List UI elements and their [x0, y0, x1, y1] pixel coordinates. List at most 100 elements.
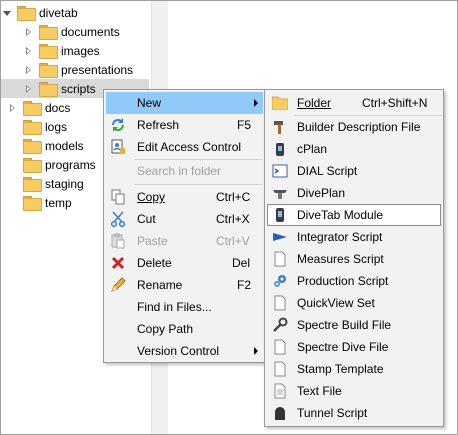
menu-item-label: Text File	[297, 384, 342, 398]
folder-icon	[272, 95, 288, 111]
dial-script-icon	[272, 163, 288, 179]
stamp-icon	[272, 361, 288, 377]
menu-item-label: Production Script	[297, 274, 389, 288]
rename-icon	[110, 277, 126, 293]
access-control-icon	[110, 139, 126, 155]
menu-item-label: New	[137, 96, 162, 110]
submenu-item-builder-description-file[interactable]: Builder Description File	[267, 116, 441, 138]
menu-item-label: Rename	[137, 278, 183, 292]
menu-item-refresh[interactable]: Refresh F5	[106, 114, 263, 136]
tree-item-label: logs	[45, 119, 68, 134]
menu-item-label: QuickView Set	[297, 296, 375, 310]
collapsed-arrow-icon[interactable]	[25, 27, 33, 36]
submenu-item-cplan[interactable]: cPlan	[267, 138, 441, 160]
submenu-item-production-script[interactable]: Production Script	[267, 270, 441, 292]
menu-item-label: Refresh	[137, 118, 180, 132]
submenu-item-divetab-module[interactable]: DiveTab Module	[267, 204, 441, 226]
menu-item-label: DiveTab Module	[297, 208, 384, 222]
menu-item-label: Cut	[137, 212, 156, 226]
submenu-item-dial-script[interactable]: DIAL Script	[267, 160, 441, 182]
quickview-icon	[272, 295, 288, 311]
folder-icon	[39, 25, 58, 40]
new-submenu: Folder Ctrl+Shift+N Builder Description …	[264, 89, 444, 427]
cut-icon	[110, 211, 126, 227]
menu-item-label: Paste	[137, 234, 168, 248]
submenu-item-spectre-dive-file[interactable]: Spectre Dive File	[267, 336, 441, 358]
tree-item-label: programs	[45, 157, 96, 172]
text-file-icon	[272, 383, 288, 399]
menu-item-paste[interactable]: Paste Ctrl+V	[106, 230, 263, 252]
cplan-icon	[272, 141, 288, 157]
menu-item-label: DivePlan	[297, 186, 346, 200]
tree-item-presentations[interactable]: presentations	[25, 60, 149, 79]
context-menu: New Refresh F5 Edit Access Control Searc…	[103, 89, 266, 363]
paste-icon	[110, 233, 126, 249]
menu-item-label: Copy	[137, 190, 166, 204]
collapsed-arrow-icon[interactable]	[25, 84, 33, 93]
menu-item-delete[interactable]: Delete Del	[106, 252, 263, 274]
folder-icon	[23, 101, 42, 116]
submenu-item-text-file[interactable]: Text File	[267, 380, 441, 402]
menu-item-label: Spectre Build File	[297, 318, 392, 332]
collapsed-arrow-icon[interactable]	[9, 103, 17, 112]
tree-item-label: staging	[45, 176, 84, 191]
submenu-arrow-icon	[254, 347, 258, 355]
expanded-arrow-icon[interactable]	[3, 9, 11, 17]
folder-icon	[23, 139, 42, 154]
menu-item-label: Measures Script	[297, 252, 384, 266]
tree-item-label: divetab	[39, 5, 78, 20]
tree-item-label: images	[61, 43, 100, 58]
menu-item-version-control[interactable]: Version Control	[106, 340, 263, 362]
folder-icon	[23, 120, 42, 135]
refresh-icon	[110, 117, 126, 133]
folder-icon	[23, 158, 42, 173]
tree-item-label: models	[45, 138, 84, 153]
menu-item-shortcut: Ctrl+Shift+N	[362, 96, 428, 110]
submenu-item-spectre-build-file[interactable]: Spectre Build File	[267, 314, 441, 336]
menu-item-edit-access-control[interactable]: Edit Access Control	[106, 136, 263, 158]
delete-icon	[110, 255, 126, 271]
submenu-item-quickview-set[interactable]: QuickView Set	[267, 292, 441, 314]
folder-icon	[39, 44, 58, 59]
menu-item-find-in-files[interactable]: Find in Files...	[106, 296, 263, 318]
tree-item-documents[interactable]: documents	[25, 22, 149, 41]
wrench-icon	[272, 317, 288, 333]
tree-item-label: presentations	[61, 62, 134, 77]
menu-item-cut[interactable]: Cut Ctrl+X	[106, 208, 263, 230]
hammer-icon	[272, 119, 288, 135]
menu-item-shortcut: Ctrl+X	[216, 212, 250, 226]
menu-item-label: Edit Access Control	[137, 140, 242, 154]
spectre-dive-icon	[272, 339, 288, 355]
menu-item-new[interactable]: New	[106, 92, 263, 114]
menu-item-search-in-folder[interactable]: Search in folder	[106, 160, 263, 182]
tree-item-label: documents	[61, 24, 120, 39]
folder-icon	[23, 177, 42, 192]
menu-item-label: Delete	[137, 256, 172, 270]
menu-item-label: Integrator Script	[297, 230, 383, 244]
submenu-item-diveplan[interactable]: DivePlan	[267, 182, 441, 204]
folder-icon	[23, 196, 42, 211]
menu-item-shortcut: F5	[237, 118, 252, 132]
tree-item-images[interactable]: images	[25, 41, 149, 60]
menu-item-label: Find in Files...	[137, 300, 212, 314]
menu-item-label: Spectre Dive File	[297, 340, 389, 354]
submenu-item-integrator-script[interactable]: Integrator Script	[267, 226, 441, 248]
menu-item-copy-path[interactable]: Copy Path	[106, 318, 263, 340]
collapsed-arrow-icon[interactable]	[25, 46, 33, 55]
collapsed-arrow-icon[interactable]	[25, 65, 33, 74]
submenu-item-measures-script[interactable]: Measures Script	[267, 248, 441, 270]
tree-item-label: scripts	[61, 81, 96, 96]
menu-item-label: cPlan	[297, 142, 328, 156]
production-icon	[272, 273, 288, 289]
divetab-module-icon	[272, 207, 288, 223]
submenu-item-stamp-template[interactable]: Stamp Template	[267, 358, 441, 380]
menu-item-label: Stamp Template	[297, 362, 384, 376]
submenu-item-tunnel-script[interactable]: Tunnel Script	[267, 402, 441, 424]
menu-item-rename[interactable]: Rename F2	[106, 274, 263, 296]
submenu-item-folder[interactable]: Folder Ctrl+Shift+N	[267, 92, 441, 114]
submenu-arrow-icon	[254, 99, 258, 107]
tree-item-divetab[interactable]: divetab	[3, 3, 149, 22]
menu-item-label: Search in folder	[137, 164, 222, 178]
menu-item-label: Copy Path	[137, 322, 194, 336]
menu-item-copy[interactable]: Copy Ctrl+C	[106, 186, 263, 208]
